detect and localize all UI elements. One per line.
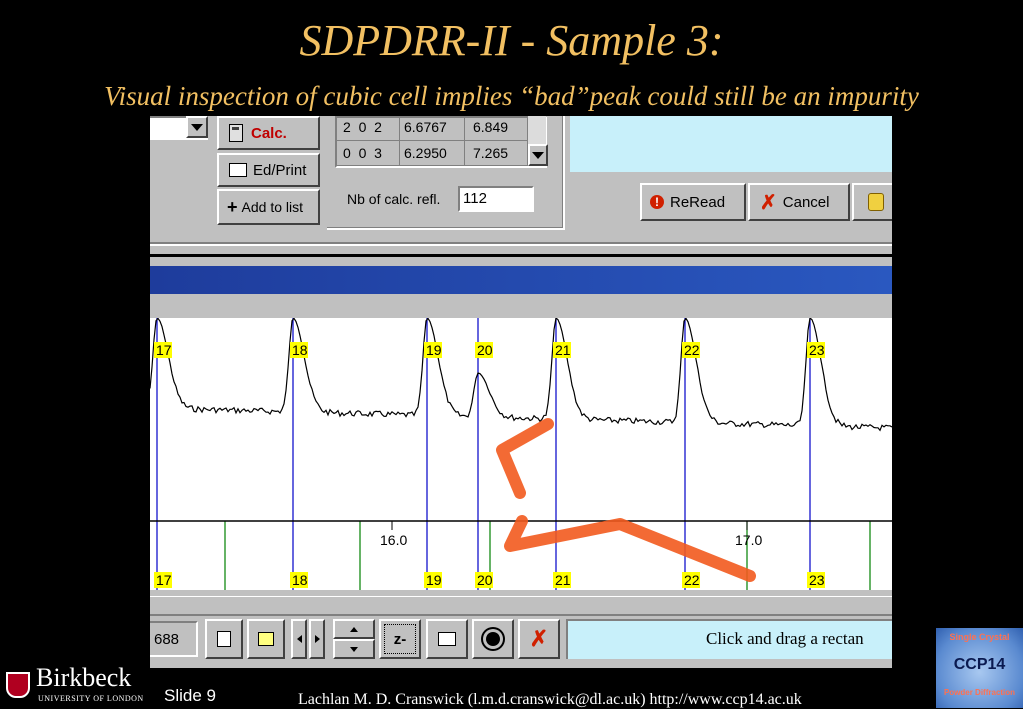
slide-title: SDPDRR-II - Sample 3: <box>299 16 724 65</box>
table-row-2-hkl: 0 0 3 <box>343 145 382 161</box>
table-row-1-2theta: 6.849 <box>473 119 509 135</box>
peak-label: 20 <box>477 572 493 588</box>
calc-button-label: Calc. <box>251 124 287 142</box>
plot-window-menu <box>150 294 892 319</box>
status-value: 688 <box>154 631 180 648</box>
scroll-left-button[interactable] <box>291 619 307 659</box>
peak-label: 23 <box>809 572 825 588</box>
zoom-out-label: z- <box>393 630 407 648</box>
reread-icon: ! <box>650 195 664 209</box>
peak-label: 17 <box>156 572 172 588</box>
cancel-button[interactable]: ✗ Cancel <box>748 183 850 221</box>
triangle-up-icon <box>350 626 358 632</box>
dicvol-window-screenshot: Calc. Ed/Print + Add to list 2 0 2 6.676… <box>150 116 892 668</box>
reread-label: ReRead <box>670 193 726 211</box>
combo-dropdown-button[interactable] <box>186 116 208 138</box>
peak-label: 22 <box>684 342 700 358</box>
printer-icon <box>438 632 456 646</box>
triangle-down-icon <box>350 646 358 652</box>
zoom-out-button[interactable]: z- <box>379 619 421 659</box>
axis-tick-label: 16.0 <box>380 532 407 548</box>
peak-label: 19 <box>426 342 442 358</box>
add-to-list-label: Add to list <box>241 199 303 215</box>
ccp14-bottom-text: Powder Diffraction <box>943 688 1016 697</box>
nb-calc-label: Nb of calc. refl. <box>347 191 441 207</box>
diffraction-profile <box>150 318 892 432</box>
cancel-label: Cancel <box>782 193 830 211</box>
peak-label: 21 <box>555 572 571 588</box>
crest-icon <box>6 672 30 698</box>
printer-icon <box>229 163 247 177</box>
arrow-to-peak <box>496 418 554 499</box>
triangle-left-icon <box>296 635 302 643</box>
status-hint: Click and drag a rectan <box>706 629 864 648</box>
paste-button[interactable] <box>247 619 285 659</box>
triangle-down-icon <box>532 151 544 159</box>
status-value-field: 688 <box>150 621 198 657</box>
hand-icon <box>868 193 884 211</box>
scroll-right-button[interactable] <box>309 619 325 659</box>
close-icon: ✗ <box>760 191 777 214</box>
logo-subtitle: UNIVERSITY OF LONDON <box>38 694 144 703</box>
ccp14-top-text: Single Crystal <box>949 632 1010 642</box>
help-button[interactable] <box>852 183 892 221</box>
target-icon <box>486 632 500 646</box>
nb-calc-value: 112 <box>463 190 487 207</box>
table-scroll-down-button[interactable] <box>528 144 548 166</box>
annotation-arrows <box>496 418 756 582</box>
table-scrollbar-track[interactable] <box>528 116 546 144</box>
peak-label: 18 <box>292 342 308 358</box>
peak-label: 22 <box>684 572 700 588</box>
target-button[interactable] <box>472 619 514 659</box>
axis-tick-label: 17.0 <box>735 532 762 548</box>
add-to-list-button[interactable]: + Add to list <box>217 189 320 225</box>
ccp14-logo: Single Crystal CCP14 Powder Diffraction <box>936 628 1023 708</box>
calc-button[interactable]: Calc. <box>217 116 320 150</box>
peak-label: 23 <box>809 342 825 358</box>
print-button[interactable] <box>426 619 468 659</box>
table-row-1-hkl: 2 0 2 <box>343 119 382 135</box>
separator <box>150 254 892 257</box>
scale-down-button[interactable] <box>333 639 375 659</box>
peak-label: 19 <box>426 572 442 588</box>
copy-button[interactable] <box>205 619 243 659</box>
ccp14-mid-text: CCP14 <box>953 656 1006 673</box>
scale-up-button[interactable] <box>333 619 375 639</box>
document-icon <box>217 631 231 647</box>
close-icon: ✗ <box>529 626 549 651</box>
plus-icon: + <box>227 196 238 217</box>
logo-name: Birkbeck <box>36 663 132 692</box>
slide-number: Slide 9 <box>164 686 216 705</box>
ed-print-button[interactable]: Ed/Print <box>217 153 320 187</box>
separator <box>150 244 892 246</box>
triangle-down-icon <box>191 123 203 131</box>
info-panel <box>570 116 892 172</box>
table-row-2-d: 6.2950 <box>404 145 447 161</box>
credit-line: Lachlan M. D. Cranswick (l.m.d.cranswick… <box>298 691 802 708</box>
table-row-1-d: 6.6767 <box>404 119 447 135</box>
plot-window-titlebar[interactable] <box>150 266 892 294</box>
arrow-to-axis <box>504 515 756 582</box>
peak-label: 20 <box>477 342 493 358</box>
peak-label: 21 <box>555 342 571 358</box>
peak-label: 17 <box>156 342 172 358</box>
birkbeck-logo: Birkbeck UNIVERSITY OF LONDON <box>0 658 158 708</box>
reread-button[interactable]: ! ReRead <box>640 183 746 221</box>
triangle-right-icon <box>314 635 320 643</box>
table-row-2-2theta: 7.265 <box>473 145 509 161</box>
peak-label: 18 <box>292 572 308 588</box>
toolbar-separator <box>150 614 892 616</box>
slide-subtitle: Visual inspection of cubic cell implies … <box>104 81 919 111</box>
ed-print-label: Ed/Print <box>253 161 307 179</box>
nb-calc-field[interactable]: 112 <box>458 186 534 212</box>
calculator-icon <box>229 124 243 142</box>
sparkle-document-icon <box>258 632 274 646</box>
powder-pattern-plot[interactable]: 17 18 19 20 21 22 23 17 18 19 20 21 22 23 16.0 17.0 <box>150 318 892 590</box>
close-plot-button[interactable]: ✗ <box>518 619 560 659</box>
